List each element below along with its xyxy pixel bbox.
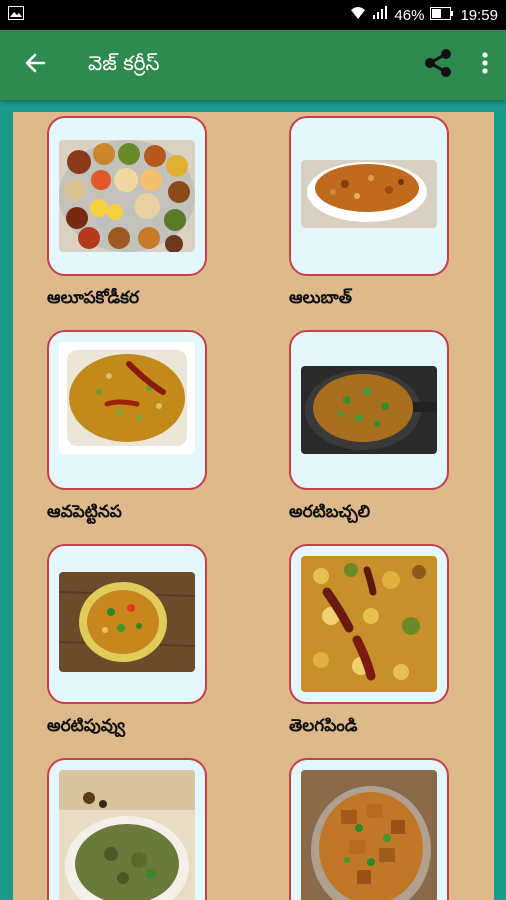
back-button[interactable] (0, 30, 70, 100)
recipe-grid: ఆలూపకోడీకర ఆలుబాత్ ఆవపెట్టినప అరటిబచ్చలి… (13, 112, 494, 900)
status-bar: 46% 19:59 (0, 0, 506, 30)
share-button[interactable] (412, 30, 464, 100)
food-image (301, 160, 437, 228)
page-title: వెజ్ కర్రీస్ (88, 50, 160, 75)
more-options-button[interactable] (464, 30, 506, 100)
recipe-card[interactable] (47, 116, 207, 276)
image-notification-icon (8, 6, 24, 24)
recipe-card[interactable] (47, 544, 207, 704)
food-image (301, 366, 437, 454)
recipe-card[interactable] (289, 758, 449, 900)
recipe-card[interactable] (47, 330, 207, 490)
recipe-label[interactable]: ఆలూపకోడీకర (47, 288, 139, 312)
recipe-card[interactable] (47, 758, 207, 900)
food-image (301, 556, 437, 692)
food-image (59, 572, 195, 672)
signal-icon (372, 6, 388, 24)
app-bar: వెజ్ కర్రీస్ (0, 30, 506, 100)
food-image (59, 770, 195, 900)
recipe-card[interactable] (289, 544, 449, 704)
food-image (59, 140, 195, 252)
recipe-label[interactable]: ఆవపెట్టినప (47, 502, 122, 526)
arrow-left-icon (24, 52, 46, 78)
food-image (59, 342, 195, 454)
status-time: 19:59 (460, 6, 498, 24)
food-image (301, 770, 437, 900)
recipe-label[interactable]: అరటిపువ్వు (47, 716, 125, 740)
wifi-icon (350, 6, 366, 24)
recipe-label[interactable]: తెలగపిండి (289, 716, 357, 740)
recipe-label[interactable]: ఆలుబాత్ (289, 288, 352, 312)
recipe-card[interactable] (289, 116, 449, 276)
recipe-card[interactable] (289, 330, 449, 490)
share-icon (422, 47, 454, 83)
recipe-label[interactable]: అరటిబచ్చలి (289, 502, 370, 526)
more-vert-icon (482, 52, 488, 78)
battery-icon (430, 6, 454, 24)
battery-percent: 46% (394, 6, 425, 24)
